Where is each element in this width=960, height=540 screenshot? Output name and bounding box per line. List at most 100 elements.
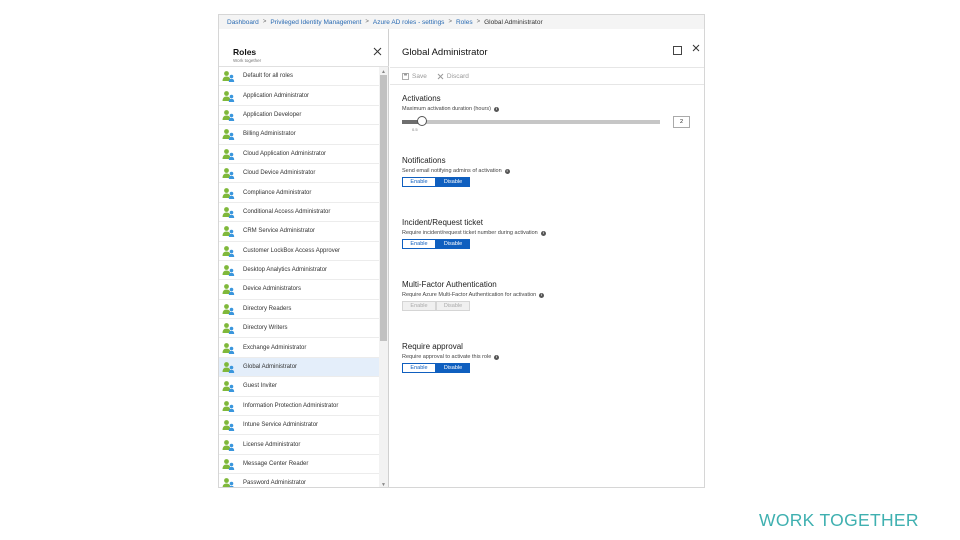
mfa-enable-button: Enable bbox=[402, 301, 436, 311]
role-list-item-label: License Administrator bbox=[243, 441, 301, 448]
role-list-item[interactable]: Application Developer bbox=[219, 106, 380, 126]
user-group-icon bbox=[222, 265, 235, 277]
user-group-icon bbox=[222, 439, 235, 451]
user-group-icon bbox=[222, 284, 235, 296]
roles-header: Roles Work together bbox=[219, 29, 389, 67]
notifications-title: Notifications bbox=[402, 156, 446, 165]
portal-window: Dashboard > Privileged Identity Manageme… bbox=[218, 14, 705, 488]
role-list-item-label: Cloud Application Administrator bbox=[243, 150, 327, 157]
info-icon[interactable]: i bbox=[540, 230, 546, 236]
notifications-toggle: Enable Disable bbox=[402, 177, 510, 187]
role-list-item-label: Device Administrators bbox=[243, 286, 302, 293]
role-list-item[interactable]: Application Administrator bbox=[219, 86, 380, 106]
info-icon[interactable]: i bbox=[504, 168, 510, 174]
role-list-item[interactable]: Conditional Access Administrator bbox=[219, 203, 380, 223]
detail-blade: Global Administrator Save Discard Activa… bbox=[390, 29, 704, 487]
notifications-enable-button[interactable]: Enable bbox=[402, 177, 436, 187]
activations-title: Activations bbox=[402, 94, 441, 103]
breadcrumb-global-admin: Global Administrator bbox=[484, 18, 543, 26]
slider-thumb[interactable] bbox=[417, 116, 428, 126]
breadcrumb-separator: > bbox=[365, 19, 369, 25]
roles-scrollbar[interactable]: ▲ ▼ bbox=[379, 67, 388, 488]
breadcrumb-roles[interactable]: Roles bbox=[456, 19, 473, 26]
notifications-disable-button[interactable]: Disable bbox=[436, 177, 470, 187]
info-icon[interactable]: i bbox=[539, 292, 545, 298]
user-group-icon bbox=[222, 381, 235, 393]
user-group-icon bbox=[222, 168, 235, 180]
discard-button[interactable]: Discard bbox=[437, 73, 469, 80]
incident-section: Incident/Request ticket Require incident… bbox=[402, 218, 546, 249]
canvas: Dashboard > Privileged Identity Manageme… bbox=[0, 0, 960, 540]
roles-blade: Roles Work together Default for all role… bbox=[219, 29, 389, 488]
approval-enable-button[interactable]: Enable bbox=[402, 363, 436, 373]
notifications-desc: Send email notifying admins of activatio… bbox=[402, 168, 510, 174]
role-list-item-label: Directory Readers bbox=[243, 305, 292, 312]
slider-fill bbox=[402, 120, 419, 124]
mfa-desc-text: Require Azure Multi-Factor Authenticatio… bbox=[402, 292, 537, 298]
save-icon bbox=[402, 72, 409, 80]
roles-close-button[interactable] bbox=[371, 45, 383, 57]
detail-toolbar: Save Discard bbox=[390, 67, 704, 85]
info-icon[interactable]: i bbox=[493, 106, 499, 112]
user-group-icon bbox=[222, 187, 235, 199]
slider-min-label: 0.5 bbox=[412, 127, 418, 132]
scroll-down-icon[interactable]: ▼ bbox=[380, 481, 387, 488]
role-list-item[interactable]: Global Administrator bbox=[219, 357, 380, 378]
activations-section: Activations Maximum activation duration … bbox=[402, 94, 692, 132]
notifications-section: Notifications Send email notifying admin… bbox=[402, 156, 510, 187]
role-list-item[interactable]: Default for all roles bbox=[219, 67, 380, 87]
mfa-disable-button: Disable bbox=[436, 301, 470, 311]
role-list-item[interactable]: Directory Writers bbox=[219, 319, 380, 339]
breadcrumb: Dashboard > Privileged Identity Manageme… bbox=[219, 15, 704, 29]
incident-disable-button[interactable]: Disable bbox=[436, 239, 470, 249]
role-list-item[interactable]: Device Administrators bbox=[219, 280, 380, 300]
approval-toggle: Enable Disable bbox=[402, 363, 499, 373]
role-list-item[interactable]: Exchange Administrator bbox=[219, 338, 380, 358]
role-list-item-label: Global Administrator bbox=[243, 364, 298, 371]
role-list-item[interactable]: Message Center Reader bbox=[219, 455, 380, 475]
role-list-item[interactable]: License Administrator bbox=[219, 435, 380, 455]
role-list-item[interactable]: Cloud Application Administrator bbox=[219, 145, 380, 164]
breadcrumb-dashboard[interactable]: Dashboard bbox=[227, 19, 259, 26]
role-list-item[interactable]: Cloud Device Administrator bbox=[219, 164, 380, 184]
approval-disable-button[interactable]: Disable bbox=[436, 363, 470, 373]
role-list-item[interactable]: Information Protection Administrator bbox=[219, 397, 380, 417]
user-group-icon bbox=[222, 459, 235, 470]
save-label: Save bbox=[412, 72, 427, 80]
incident-desc-text: Require incident/request ticket number d… bbox=[402, 230, 538, 236]
role-list-item[interactable]: Password Administrator bbox=[219, 474, 380, 487]
role-list-item[interactable]: Directory Readers bbox=[219, 300, 380, 320]
info-icon[interactable]: i bbox=[494, 354, 500, 360]
role-list-item[interactable]: CRM Service Administrator bbox=[219, 222, 380, 242]
detail-close-button[interactable] bbox=[692, 44, 700, 55]
role-list-item-label: Conditional Access Administrator bbox=[243, 208, 331, 215]
breadcrumb-separator: > bbox=[476, 19, 481, 25]
role-list-item[interactable]: Customer LockBox Access Approver bbox=[219, 242, 380, 261]
user-group-icon bbox=[222, 110, 235, 121]
save-button[interactable]: Save bbox=[402, 73, 427, 80]
approval-desc-text: Require approval to activate this role bbox=[402, 354, 492, 360]
activation-hours-input[interactable]: 2 bbox=[673, 116, 690, 128]
role-list-item[interactable]: Intune Service Administrator bbox=[219, 416, 380, 436]
role-list-item[interactable]: Billing Administrator bbox=[219, 125, 380, 145]
incident-enable-button[interactable]: Enable bbox=[402, 239, 436, 249]
incident-title: Incident/Request ticket bbox=[402, 218, 483, 227]
mfa-toggle: Enable Disable bbox=[402, 301, 544, 311]
maximize-icon[interactable] bbox=[673, 46, 682, 55]
scroll-thumb[interactable] bbox=[380, 75, 387, 341]
user-group-icon bbox=[222, 71, 235, 83]
slider-track[interactable] bbox=[402, 120, 660, 124]
role-list-item-label: Directory Writers bbox=[243, 325, 288, 332]
scroll-up-icon[interactable]: ▲ bbox=[380, 68, 387, 75]
breadcrumb-pim[interactable]: Privileged Identity Management bbox=[270, 19, 361, 26]
discard-label: Discard bbox=[446, 72, 469, 80]
role-list-item[interactable]: Guest Inviter bbox=[219, 377, 380, 397]
role-list-item-label: Desktop Analytics Administrator bbox=[243, 267, 328, 274]
role-list-item-label: Cloud Device Administrator bbox=[243, 170, 316, 177]
breadcrumb-ad-roles-settings[interactable]: Azure AD roles - settings bbox=[373, 19, 445, 26]
role-list-item[interactable]: Desktop Analytics Administrator bbox=[219, 261, 380, 281]
role-list-item[interactable]: Compliance Administrator bbox=[219, 183, 380, 203]
role-list-item-label: Information Protection Administrator bbox=[243, 402, 339, 409]
breadcrumb-separator: > bbox=[262, 19, 267, 25]
user-group-icon bbox=[222, 420, 235, 432]
